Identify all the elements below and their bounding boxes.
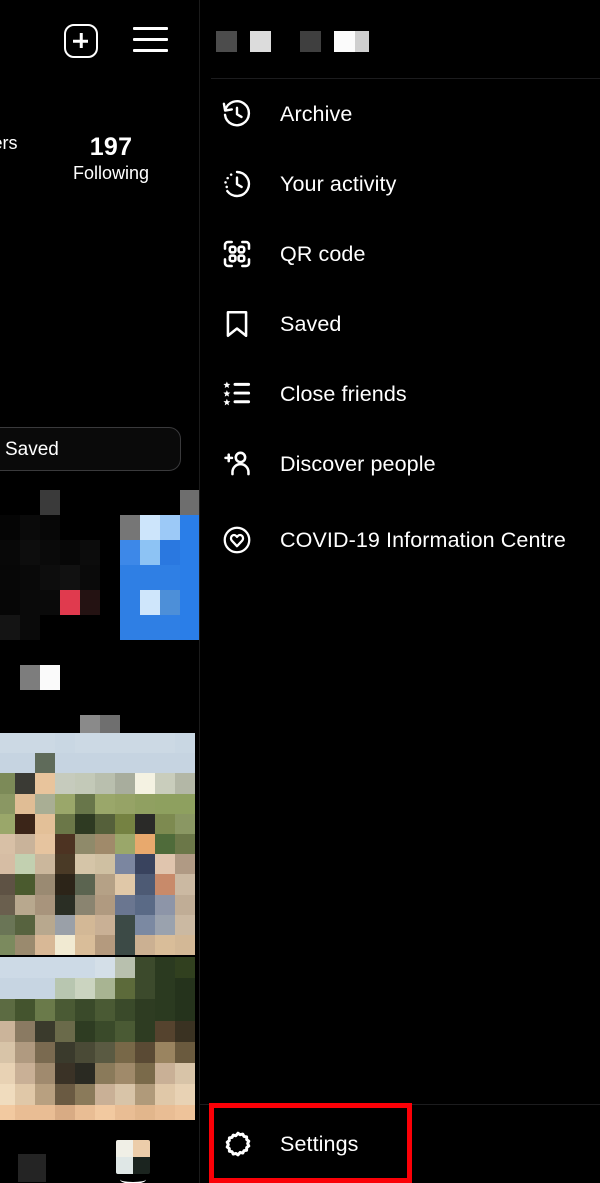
menu-item-qr-code[interactable]: QR code xyxy=(200,219,600,289)
menu-item-label: Saved xyxy=(280,312,342,336)
person-add-icon xyxy=(221,443,263,485)
menu-item-settings[interactable]: Settings xyxy=(200,1104,600,1183)
menu-header-obscured-username xyxy=(200,0,600,79)
bookmark-icon xyxy=(221,303,263,345)
menu-item-your-activity[interactable]: Your activity xyxy=(200,149,600,219)
profile-topbar xyxy=(0,0,199,82)
activity-clock-icon xyxy=(221,163,263,205)
home-icon[interactable] xyxy=(18,1154,46,1182)
obscured-photo-post-2[interactable] xyxy=(0,957,195,1127)
menu-item-label: Archive xyxy=(280,102,353,126)
close-friends-list-icon xyxy=(221,373,263,415)
menu-item-label: QR code xyxy=(280,242,366,266)
obscured-text-block-2 xyxy=(250,31,271,52)
following-label: Following xyxy=(72,163,150,183)
following-stat[interactable]: 197 Following xyxy=(52,132,170,184)
following-count: 197 xyxy=(89,133,133,161)
screen-root: ers 197 Following Saved xyxy=(0,0,600,1183)
saved-tab-pill[interactable]: Saved xyxy=(0,427,181,471)
obscured-photo-post-1[interactable] xyxy=(0,733,195,956)
menu-item-close-friends[interactable]: Close friends xyxy=(200,359,600,429)
menu-item-label: COVID-19 Information Centre xyxy=(280,528,566,552)
hamburger-menu-icon[interactable] xyxy=(133,27,168,55)
side-menu-panel: Archive Your activity QR code Saved Clos… xyxy=(199,0,600,1183)
gear-icon xyxy=(221,1123,263,1165)
menu-item-archive[interactable]: Archive xyxy=(200,79,600,149)
profile-avatar[interactable] xyxy=(116,1140,150,1174)
obscured-saved-thumbnail xyxy=(0,490,199,740)
menu-item-discover-people[interactable]: Discover people xyxy=(200,429,600,499)
menu-item-label: Close friends xyxy=(280,382,407,406)
menu-item-label: Your activity xyxy=(280,172,397,196)
settings-label: Settings xyxy=(280,1131,359,1156)
profile-avatar-underline xyxy=(120,1175,146,1183)
menu-item-list: Archive Your activity QR code Saved Clos… xyxy=(200,79,600,581)
menu-item-saved[interactable]: Saved xyxy=(200,289,600,359)
archive-clock-icon xyxy=(221,93,263,135)
profile-pane: ers 197 Following Saved xyxy=(0,0,199,1183)
menu-item-covid-19-information-centre[interactable]: COVID-19 Information Centre xyxy=(200,499,600,581)
plus-square-icon[interactable] xyxy=(64,24,98,58)
covid-heart-icon xyxy=(221,519,263,561)
obscured-text-block-5 xyxy=(355,31,369,52)
obscured-text-block-4 xyxy=(334,31,355,52)
saved-tab-label: Saved xyxy=(5,439,59,460)
bottom-nav-bar xyxy=(0,1120,199,1183)
menu-item-label: Discover people xyxy=(280,452,436,476)
obscured-text-block-3 xyxy=(300,31,321,52)
qr-code-icon xyxy=(221,233,263,275)
obscured-text-block-1 xyxy=(216,31,237,52)
